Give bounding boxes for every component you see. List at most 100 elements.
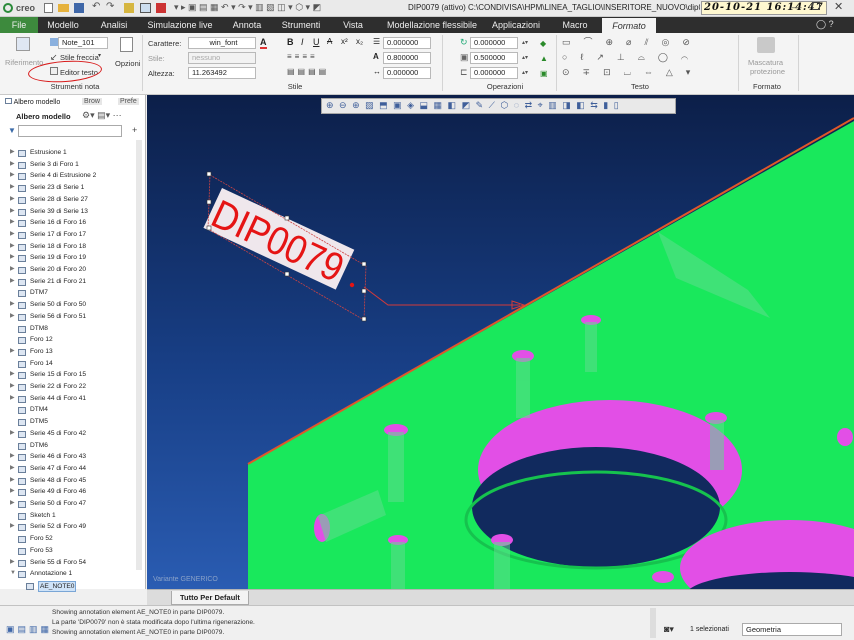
symbol-row-2[interactable]: ○ℓ↗⊥⌓◯⌒ xyxy=(562,52,701,62)
italic-icon[interactable]: I xyxy=(301,37,304,47)
spin-arrows[interactable]: ▴▾ ▴▾ ▴▾ xyxy=(522,36,528,81)
tree-item[interactable]: ▶ Serie 45 di Foro 42 xyxy=(0,428,140,440)
tree-item[interactable]: DTM6 xyxy=(0,440,140,452)
note-text[interactable]: DIP0079 xyxy=(205,192,350,291)
help-icon[interactable]: ◯ ? xyxy=(816,19,834,30)
expand-arrow-icon[interactable]: ▶ xyxy=(10,463,15,475)
tree-item[interactable]: Sketch 1 xyxy=(0,510,140,522)
maschera-label-1[interactable]: Mascatura xyxy=(748,58,783,67)
expand-arrow-icon[interactable]: ▶ xyxy=(10,194,15,206)
model-tree-tab[interactable]: Albero modello xyxy=(5,98,60,106)
text-color-icon[interactable]: A xyxy=(260,37,267,49)
tab-tutto-per-default[interactable]: Tutto Per Default xyxy=(171,591,249,605)
tree-item[interactable]: ▶ Serie 28 di Serie 27 xyxy=(0,194,140,206)
tree-item[interactable]: ▶ Serie 3 di Foro 1 xyxy=(0,159,140,171)
tree-item[interactable]: ▶ Serie 46 di Foro 43 xyxy=(0,451,140,463)
tab-analisi[interactable]: Analisi xyxy=(92,17,136,33)
tree-item[interactable]: ▶ Serie 50 di Foro 50 xyxy=(0,299,140,311)
part-view[interactable]: DIP0079 xyxy=(147,95,854,589)
expand-arrow-icon[interactable]: ▶ xyxy=(10,498,15,510)
box-offset-input[interactable]: 0.500000 xyxy=(470,52,518,64)
tree-search-input[interactable] xyxy=(18,125,122,137)
tab-modellazione-flessibile[interactable]: Modellazione flessibile xyxy=(380,17,484,33)
expand-arrow-icon[interactable]: ▶ xyxy=(10,451,15,463)
valign-icons[interactable]: ▤▤▤▤ xyxy=(287,67,329,76)
superscript-icon[interactable]: x² xyxy=(341,37,348,46)
tree-item[interactable]: DTM7 xyxy=(0,287,140,299)
tab-strumenti[interactable]: Strumenti xyxy=(276,17,326,33)
rotate-icon[interactable]: ↻ xyxy=(460,37,468,48)
expand-arrow-icon[interactable]: ▶ xyxy=(10,381,15,393)
expand-arrow-icon[interactable]: ▶ xyxy=(10,311,15,323)
new-icon[interactable] xyxy=(44,3,53,13)
note-name-field[interactable]: Note_101 xyxy=(58,37,108,49)
filter-icon[interactable]: ▼ xyxy=(8,126,16,135)
expand-arrow-icon[interactable]: ▶ xyxy=(10,557,15,569)
expand-arrow-icon[interactable]: ▶ xyxy=(10,159,15,171)
spacing-input[interactable]: 0.000000 xyxy=(383,67,431,79)
slant-angle-input[interactable]: 0.000000 xyxy=(383,37,431,49)
box-icon[interactable]: ▣ xyxy=(460,52,469,63)
tree-item[interactable]: AE_NOTE0 xyxy=(0,580,140,592)
expand-arrow-icon[interactable]: ▶ xyxy=(10,299,15,311)
symbol-row-1[interactable]: ▭⌒⊕⌀⫽◎⊘ xyxy=(562,37,703,47)
tree-item[interactable]: ▶ Foro 13 xyxy=(0,346,140,358)
group-testo[interactable]: Testo xyxy=(620,82,660,91)
close-button[interactable]: ✕ xyxy=(834,0,843,13)
status-icons[interactable]: ▣▤▥▦ xyxy=(6,624,52,635)
expand-arrow-icon[interactable]: ▶ xyxy=(10,276,15,288)
group-stile[interactable]: Stile xyxy=(270,82,320,91)
group-formato[interactable]: Formato xyxy=(742,82,792,91)
tree-item[interactable]: ▶ Serie 21 di Foro 21 xyxy=(0,276,140,288)
tree-item[interactable]: ▶ Serie 18 di Foro 18 xyxy=(0,241,140,253)
tab-simulazione-live[interactable]: Simulazione live xyxy=(142,17,218,33)
redo-icon[interactable]: ↷ xyxy=(106,1,114,12)
tree-item[interactable]: DTM8 xyxy=(0,323,140,335)
leader-offset-input[interactable]: 0.000000 xyxy=(470,67,518,79)
symbol-row-3[interactable]: ⊙∓⊡⌴⇔△▾ xyxy=(562,67,703,77)
tree-item[interactable]: ▶ Serie 56 di Foro 51 xyxy=(0,311,140,323)
browser-tab[interactable]: Brow xyxy=(82,98,102,105)
selection-filter-icon[interactable]: ◙▾ xyxy=(664,624,674,635)
tree-item[interactable]: Foro 52 xyxy=(0,533,140,545)
maschera-label-2[interactable]: protezione xyxy=(750,67,785,76)
expand-arrow-icon[interactable]: ▶ xyxy=(10,241,15,253)
expand-arrow-icon[interactable]: ▶ xyxy=(10,486,15,498)
tree-item[interactable]: Foro 14 xyxy=(0,358,140,370)
leader-icon[interactable]: ⊏ xyxy=(460,67,468,78)
expand-arrow-icon[interactable]: ▶ xyxy=(10,264,15,276)
angle-input[interactable]: 0.000000 xyxy=(470,37,518,49)
filter-select[interactable]: Geometria xyxy=(742,623,842,636)
tree-item[interactable]: Foro 12 xyxy=(0,334,140,346)
undo-icon[interactable]: ↶ xyxy=(92,1,100,12)
tree-add-icon[interactable]: + xyxy=(132,125,137,135)
view-tool-icons[interactable]: ⊕⊖⊕▨⬒▣◈⬓▦◧◩✎⟋⬡◌⇄⌖▥◨◧⇆▮▯ xyxy=(326,100,624,111)
tab-vista[interactable]: Vista xyxy=(336,17,370,33)
stile-select[interactable]: nessuno xyxy=(188,52,256,64)
subscript-icon[interactable]: x₂ xyxy=(356,37,363,46)
format-painter-icon[interactable] xyxy=(757,37,775,53)
close-window-icon[interactable] xyxy=(156,3,166,13)
tree-item[interactable]: ▶ Serie 44 di Foro 41 xyxy=(0,393,140,405)
align-icons[interactable]: ≡≡≡≡ xyxy=(287,52,318,61)
tree-item[interactable]: ▶ Serie 16 di Foro 16 xyxy=(0,217,140,229)
tree-item[interactable]: ▶ Serie 17 di Foro 17 xyxy=(0,229,140,241)
minimize-button[interactable]: — xyxy=(792,2,801,12)
group-operazioni[interactable]: Operazioni xyxy=(470,82,540,91)
tab-applicazioni[interactable]: Applicazioni xyxy=(488,17,544,33)
tree-item[interactable]: ▶ Estrusione 1 xyxy=(0,147,140,159)
tab-annota[interactable]: Annota xyxy=(226,17,268,33)
tree-item[interactable]: ▶ Serie 50 di Foro 47 xyxy=(0,498,140,510)
expand-arrow-icon[interactable]: ▶ xyxy=(10,170,15,182)
tree-item[interactable]: ▶ Serie 22 di Foro 22 xyxy=(0,381,140,393)
tree-item[interactable]: ▶ Serie 23 di Serie 1 xyxy=(0,182,140,194)
tree-item[interactable]: ▶ Serie 4 di Estrusione 2 xyxy=(0,170,140,182)
bold-icon[interactable]: B xyxy=(287,37,294,47)
spacing-icon[interactable]: ↔ xyxy=(373,67,381,76)
tree-item[interactable]: ▶ Serie 19 di Foro 19 xyxy=(0,252,140,264)
expand-arrow-icon[interactable]: ▶ xyxy=(10,346,15,358)
regenerate-icon[interactable] xyxy=(124,3,134,13)
selected-count[interactable]: 1 selezionati xyxy=(690,626,729,633)
tree-item[interactable]: Foro 53 xyxy=(0,545,140,557)
expand-arrow-icon[interactable]: ▼ xyxy=(10,568,16,580)
